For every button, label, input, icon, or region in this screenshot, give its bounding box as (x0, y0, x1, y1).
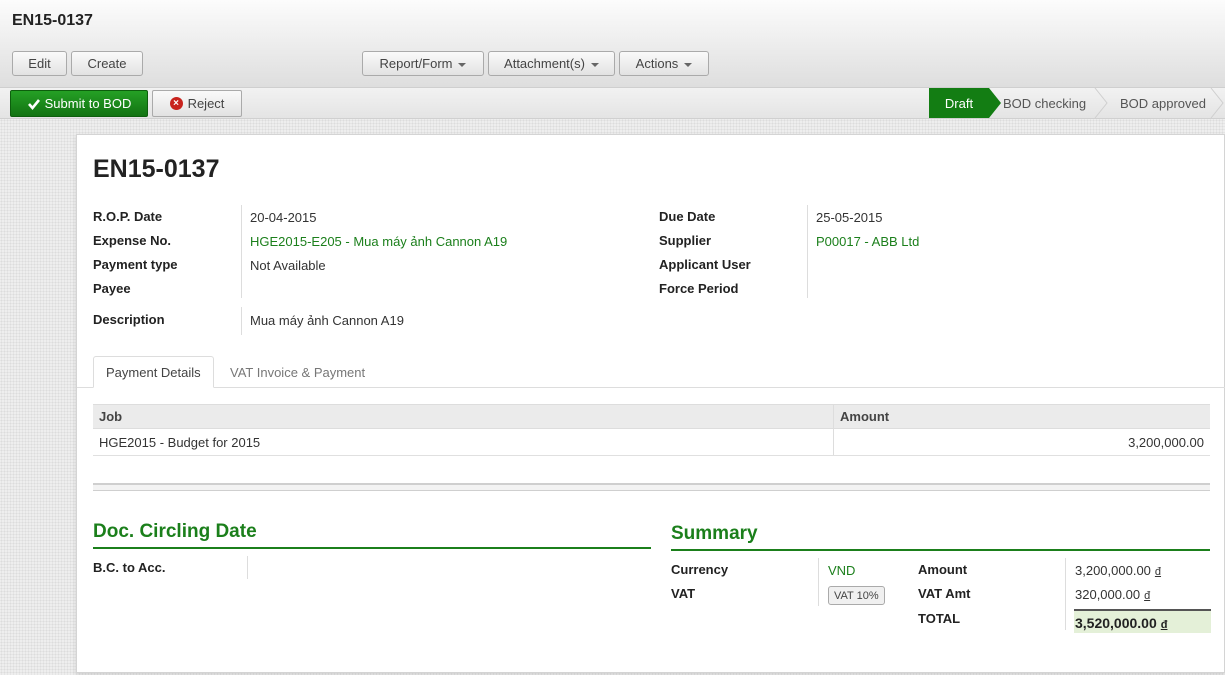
amount-label: Amount (918, 562, 968, 577)
vat-amt-label: VAT Amt (918, 586, 971, 601)
submit-label: Submit to BOD (44, 96, 132, 111)
dong-symbol: đ (1144, 590, 1151, 602)
vat-amt-number: 320,000.00 (1075, 587, 1141, 602)
stage-separator-icon (1210, 88, 1224, 118)
field-divider (247, 556, 248, 579)
total-value: 3,520,000.00 đ (1075, 615, 1167, 631)
create-button-label: Create (87, 56, 127, 71)
dong-symbol: đ (1160, 619, 1168, 631)
expense-no-label: Expense No. (93, 233, 172, 248)
tab-payment-details[interactable]: Payment Details (93, 356, 214, 388)
column-header-job[interactable]: Job (99, 409, 122, 424)
total-number: 3,520,000.00 (1075, 615, 1157, 631)
currency-link[interactable]: VND (828, 563, 855, 578)
expense-no-link[interactable]: HGE2015-E205 - Mua máy ảnh Cannon A19 (250, 234, 507, 249)
submit-to-bod-button[interactable]: Submit to BOD (10, 90, 148, 117)
field-divider (807, 205, 808, 298)
stage-draft-label: Draft (944, 95, 974, 111)
due-date-label: Due Date (659, 209, 716, 224)
field-divider (1065, 558, 1066, 630)
total-label: TOTAL (918, 611, 961, 626)
tab-payment-details-label: Payment Details (106, 364, 201, 380)
table-footer (93, 483, 1210, 491)
edit-button-label: Edit (28, 56, 51, 71)
vat-tag-label: VAT 10% (834, 589, 879, 602)
page-title: EN15-0137 (12, 12, 93, 29)
tab-vat-invoice-label: VAT Invoice & Payment (230, 364, 366, 380)
column-separator (833, 429, 834, 455)
payment-type-label: Payment type (93, 257, 178, 272)
amount-value: 3,200,000.00 đ (1075, 563, 1161, 578)
report-form-dropdown[interactable]: Report/Form (362, 51, 484, 76)
tab-vat-invoice-payment[interactable]: VAT Invoice & Payment (218, 356, 377, 388)
due-date-value[interactable]: 25-05-2015 (816, 210, 883, 225)
stage-bod-approved-label: BOD approved (1120, 95, 1206, 111)
supplier-label: Supplier (659, 233, 712, 248)
status-bar: Submit to BOD × Reject Draft BOD checkin… (0, 88, 1225, 119)
reject-x-icon: × (169, 97, 183, 110)
create-button[interactable]: Create (71, 51, 143, 76)
edit-button[interactable]: Edit (12, 51, 67, 76)
document-title: EN15-0137 (93, 155, 220, 183)
attachments-dropdown[interactable]: Attachment(s) (488, 51, 615, 76)
table-header: Job Amount (93, 404, 1210, 429)
checkmark-icon (27, 98, 40, 110)
stage-bod-checking[interactable]: BOD checking (1003, 88, 1086, 118)
payment-type-value[interactable]: Not Available (250, 258, 326, 273)
table-row[interactable]: HGE2015 - Budget for 2015 3,200,000.00 (93, 429, 1210, 456)
attachments-label: Attachment(s) (504, 56, 585, 71)
reject-label: Reject (187, 96, 225, 111)
stage-bod-approved[interactable]: BOD approved (1120, 88, 1206, 118)
description-label: Description (93, 312, 165, 327)
description-value[interactable]: Mua máy ảnh Cannon A19 (250, 313, 404, 328)
header-bar: EN15-0137 Edit Create Report/Form Attach… (0, 0, 1225, 88)
stage-separator-icon (1094, 88, 1108, 118)
column-header-amount[interactable]: Amount (840, 409, 889, 424)
summary-title: Summary (671, 523, 1210, 551)
field-divider (241, 205, 242, 298)
total-box: 3,520,000.00 đ (1074, 609, 1211, 633)
actions-dropdown[interactable]: Actions (619, 51, 709, 76)
currency-label: Currency (671, 562, 729, 577)
doc-circling-title: Doc. Circling Date (93, 521, 651, 549)
form-sheet: EN15-0137 R.O.P. Date 20-04-2015 Expense… (76, 134, 1225, 673)
vat-amt-value: 320,000.00 đ (1075, 587, 1150, 602)
dong-symbol: đ (1154, 566, 1162, 578)
actions-label: Actions (635, 56, 679, 71)
bc-to-acc-label: B.C. to Acc. (93, 560, 166, 575)
job-cell: HGE2015 - Budget for 2015 (99, 435, 261, 450)
chevron-down-icon (590, 62, 599, 67)
field-divider (241, 307, 242, 335)
rop-date-value[interactable]: 20-04-2015 (250, 210, 317, 225)
payee-label: Payee (93, 281, 131, 296)
vat-tag[interactable]: VAT 10% (828, 586, 885, 605)
report-form-label: Report/Form (379, 56, 453, 71)
reject-button[interactable]: × Reject (152, 90, 242, 117)
force-period-label: Force Period (659, 281, 739, 296)
stage-bod-checking-label: BOD checking (1003, 95, 1087, 111)
applicant-user-label: Applicant User (659, 257, 751, 272)
chevron-down-icon (684, 62, 693, 67)
amount-number: 3,200,000.00 (1075, 563, 1151, 578)
column-separator (833, 405, 834, 428)
vat-label: VAT (671, 586, 696, 601)
amount-cell: 3,200,000.00 (1128, 435, 1204, 450)
supplier-link[interactable]: P00017 - ABB Ltd (816, 234, 919, 249)
rop-date-label: R.O.P. Date (93, 209, 163, 224)
stage-draft[interactable]: Draft (929, 88, 1001, 118)
field-divider (818, 558, 819, 606)
chevron-down-icon (458, 62, 467, 67)
